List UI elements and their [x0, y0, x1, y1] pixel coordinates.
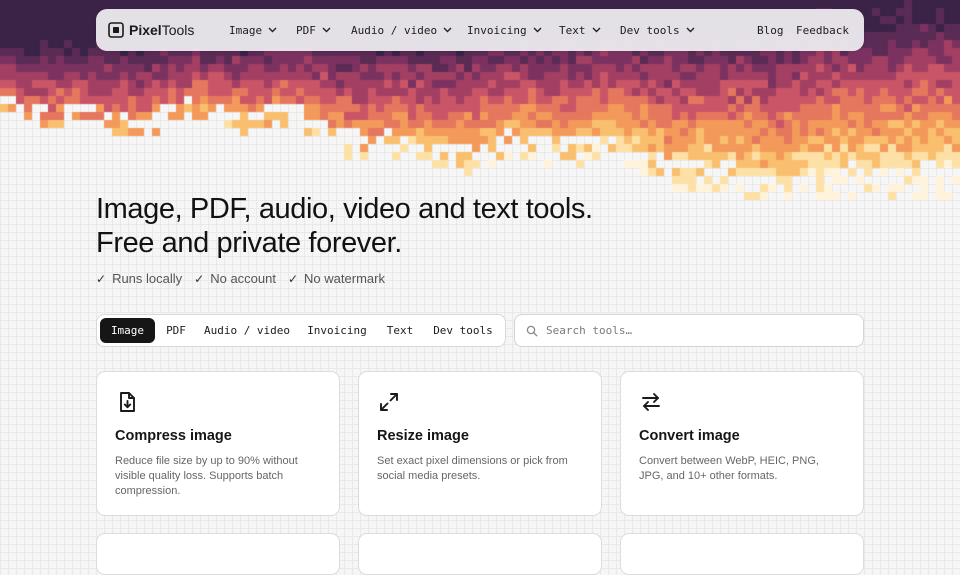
- category-tabs: Image PDF Audio / video Invoicing Text D…: [96, 314, 506, 347]
- tool-card-compress-image[interactable]: Compress image Reduce file size by up to…: [96, 371, 340, 516]
- badge-label: No watermark: [304, 271, 385, 286]
- badge-runs-locally: ✓ Runs locally: [96, 271, 182, 286]
- card-description: Set exact pixel dimensions or pick from …: [377, 455, 568, 482]
- search-input[interactable]: [544, 323, 848, 338]
- badge-label: Runs locally: [112, 271, 183, 286]
- swap-arrows-icon: [642, 393, 660, 411]
- tab-pdf[interactable]: PDF: [157, 318, 195, 343]
- chevron-down-icon: [268, 27, 277, 33]
- expand-arrows-icon: [380, 393, 398, 411]
- card-title: Resize image: [377, 428, 469, 444]
- search-box: [514, 314, 864, 347]
- check-icon: ✓: [96, 271, 107, 286]
- brand-name-bold: Pixel: [129, 22, 162, 38]
- nav-menu-invoicing[interactable]: Invoicing: [467, 9, 542, 51]
- nav-menu-label: Dev tools: [620, 23, 680, 37]
- pixel-logo-icon: [108, 22, 124, 38]
- tool-card-partial[interactable]: [620, 533, 864, 575]
- card-title: Convert image: [639, 428, 740, 444]
- tool-card-resize-image[interactable]: Resize image Set exact pixel dimensions …: [358, 371, 602, 516]
- tool-card-convert-image[interactable]: Convert image Convert between WebP, HEIC…: [620, 371, 864, 516]
- card-title: Compress image: [115, 428, 232, 444]
- badge-no-watermark: ✓ No watermark: [288, 271, 385, 286]
- tab-invoicing[interactable]: Invoicing: [299, 318, 375, 343]
- tab-image[interactable]: Image: [100, 318, 155, 343]
- chevron-down-icon: [592, 27, 600, 33]
- feature-badges: ✓ Runs locally ✓ No account ✓ No watermark: [96, 271, 385, 286]
- chevron-down-icon: [443, 27, 452, 33]
- nav-menu-text[interactable]: Text: [559, 9, 601, 51]
- file-download-icon: [120, 392, 135, 412]
- nav-menu-image[interactable]: Image: [229, 9, 277, 51]
- hero-headline: Image, PDF, audio, video and text tools.…: [96, 192, 593, 260]
- brand-name-light: Tools: [161, 22, 195, 38]
- nav-menu-label: Text: [559, 23, 586, 37]
- card-description: Convert between WebP, HEIC, PNG, JPG, an…: [639, 455, 819, 482]
- nav-menu-label: Invoicing: [467, 23, 527, 37]
- nav-menu-audio-video[interactable]: Audio / video: [351, 9, 452, 51]
- badge-no-account: ✓ No account: [194, 271, 276, 286]
- search-icon: [526, 325, 538, 336]
- nav-link-blog[interactable]: Blog: [757, 9, 784, 51]
- nav-menu-dev-tools[interactable]: Dev tools: [620, 9, 695, 51]
- tab-text[interactable]: Text: [377, 318, 423, 343]
- brand-logo[interactable]: PixelTools: [108, 9, 194, 51]
- check-icon: ✓: [194, 271, 205, 286]
- tab-audio-video[interactable]: Audio / video: [197, 318, 297, 343]
- check-icon: ✓: [287, 271, 299, 286]
- nav-menu-label: Image: [229, 23, 263, 37]
- hero-headline-line-2: Free and private forever.: [96, 227, 402, 259]
- nav-link-feedback[interactable]: Feedback: [796, 9, 849, 51]
- nav-menu-label: Audio / video: [351, 23, 438, 37]
- badge-label: No account: [210, 271, 276, 286]
- nav-menu-pdf[interactable]: PDF: [296, 9, 331, 51]
- tool-card-partial[interactable]: [358, 533, 602, 575]
- nav-menu-label: PDF: [296, 23, 316, 37]
- hero-headline-line-1: Image, PDF, audio, video and text tools.: [96, 193, 593, 225]
- chevron-down-icon: [533, 27, 542, 33]
- card-description: Reduce file size by up to 90% without vi…: [115, 455, 298, 497]
- chevron-down-icon: [686, 27, 695, 33]
- tab-dev-tools[interactable]: Dev tools: [425, 318, 501, 343]
- chevron-down-icon: [322, 27, 331, 33]
- top-navbar: PixelTools Image PDF Audio / video Invoi…: [96, 9, 864, 51]
- tool-card-partial[interactable]: [96, 533, 340, 575]
